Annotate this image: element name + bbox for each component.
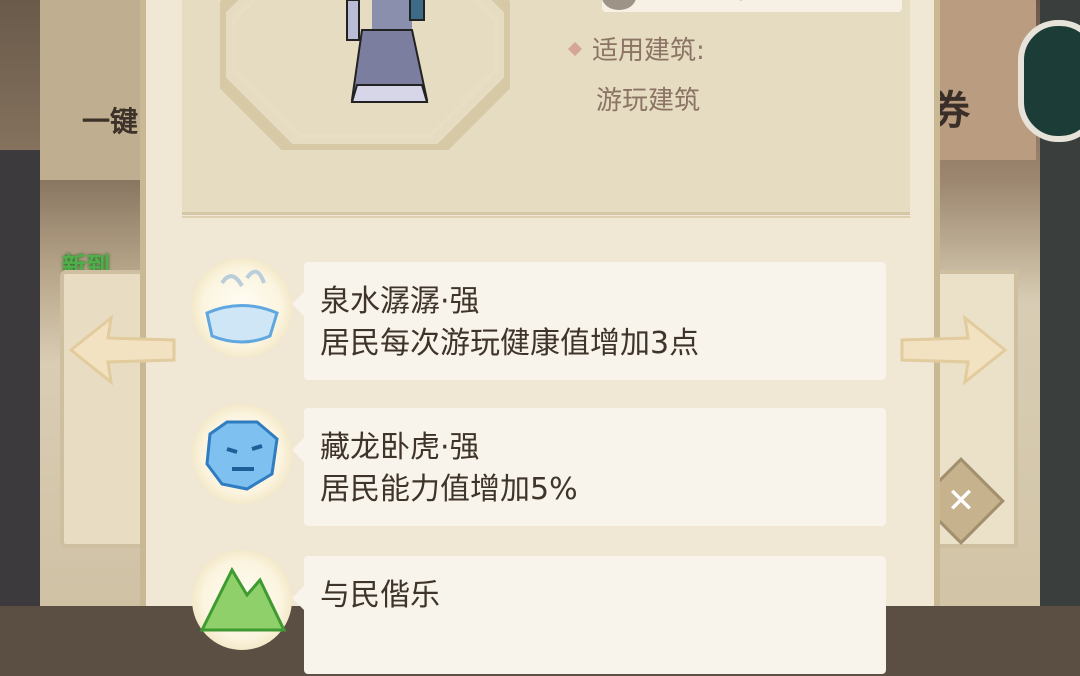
skill-name: 藏龙卧虎·强 [320,430,480,465]
next-arrow-button[interactable] [900,310,1010,390]
skill-description-box: 与民偕乐 [292,556,886,674]
stat-value-row: 124 + 0 [652,0,748,6]
resident-detail-dialog: 124 + 0 适用建筑: 游玩建筑 泉水潺潺·强 居民每次游玩健康值增加3点 … [140,0,940,674]
building-value: 游玩建筑 [596,86,701,116]
skill-description-box: 泉水潺潺·强 居民每次游玩健康值增加3点 [292,262,886,380]
side-menu-button[interactable] [1018,20,1080,142]
resident-info-card: 124 + 0 适用建筑: 游玩建筑 [182,0,910,218]
skill-name: 与民偕乐 [320,578,440,613]
skill-description-box: 藏龙卧虎·强 居民能力值增加5% [292,408,886,526]
skill-desc: 居民每次游玩健康值增加3点 [320,326,700,361]
close-icon: ✕ [946,481,976,521]
stat-bonus: + 0 [705,0,748,6]
background-right: 券 ✕ [917,0,1080,606]
mountain-icon [192,550,292,650]
tiger-icon [192,404,292,504]
skill-name: 泉水潺潺·强 [320,284,480,319]
building-label-row: 适用建筑: [567,30,705,67]
stat-value: 124 [652,0,698,6]
resident-character-icon [346,0,429,103]
background-scenery [0,150,40,606]
diamond-bullet-icon [567,41,583,57]
skill-item: 藏龙卧虎·强 居民能力值增加5% [192,404,892,528]
building-label: 适用建筑: [592,36,705,66]
water-icon [192,258,292,358]
skill-desc: 居民能力值增加5% [320,472,578,507]
one-click-button-label: 一键 [82,105,139,138]
background-left: 一键 新到 [0,0,168,606]
skill-item: 泉水潺潺·强 居民每次游玩健康值增加3点 [192,258,892,382]
previous-arrow-button[interactable] [66,310,176,390]
stat-row [602,0,902,12]
skill-item: 与民偕乐 [192,550,892,676]
